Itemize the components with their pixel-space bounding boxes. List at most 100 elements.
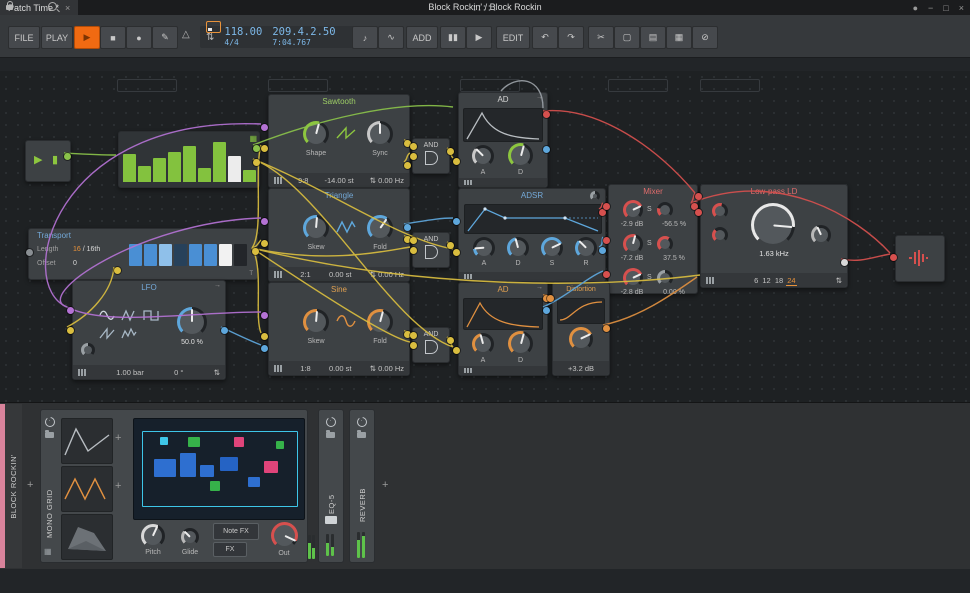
osc-thumb-2[interactable] — [61, 466, 113, 512]
lfo-random-icon[interactable] — [121, 327, 137, 340]
port[interactable] — [410, 143, 417, 150]
offset-value[interactable]: 0 — [73, 260, 77, 267]
delete-button[interactable]: ⊘ — [692, 26, 718, 49]
drive-value[interactable]: +3.2 dB — [568, 364, 594, 373]
transport-steps[interactable] — [129, 244, 247, 266]
attack-knob[interactable] — [472, 145, 494, 167]
gain-value[interactable]: -2.9 dB — [609, 221, 655, 228]
fine-tune[interactable]: ⇅ 0.00 Hz — [370, 364, 404, 373]
add-clip-icon[interactable]: ▶ — [466, 26, 492, 49]
pole-selector[interactable]: 6 12 18 24 — [753, 276, 796, 285]
module-audio-out[interactable] — [895, 235, 945, 282]
unison-icon[interactable] — [274, 365, 276, 372]
module-lfo[interactable]: LFO → 50.0 % 1.00 bar 0 ° ⇅ — [72, 280, 226, 380]
ratio-value[interactable]: 1:8 — [300, 364, 310, 373]
undo-button[interactable]: ↶ — [532, 26, 558, 49]
port[interactable] — [695, 209, 702, 216]
fine-tune[interactable]: ⇅ 0.00 Hz — [370, 270, 404, 279]
port[interactable] — [447, 148, 454, 155]
device-reverb[interactable]: REVERB — [349, 409, 375, 563]
length-number[interactable]: 16 — [73, 246, 81, 253]
tempo-value[interactable]: 118.00 — [224, 27, 262, 38]
attack-knob[interactable] — [473, 237, 495, 259]
port[interactable] — [453, 218, 460, 225]
adsr-display[interactable] — [464, 204, 602, 234]
mixer-gain-knob-3[interactable] — [623, 268, 643, 288]
module-ad-2[interactable]: AD → A D — [458, 282, 548, 376]
mixer-pan-knob-3[interactable] — [657, 270, 673, 286]
track-header[interactable]: BLOCK ROCKIN' — [5, 404, 22, 568]
cut-button[interactable]: ✂ — [588, 26, 614, 49]
trigger-play-icon[interactable]: ▶ — [34, 153, 42, 166]
adsr-depth-knob[interactable] — [590, 191, 600, 201]
gain-value[interactable]: -7.2 dB — [609, 255, 655, 262]
cutoff-mod-knob-2[interactable] — [712, 227, 728, 243]
device-power-icon[interactable] — [357, 417, 367, 427]
port[interactable] — [261, 312, 268, 319]
decay-knob[interactable] — [507, 237, 529, 259]
port[interactable] — [410, 247, 417, 254]
skew-knob[interactable] — [303, 309, 329, 335]
add-menu-button[interactable]: ADD — [406, 26, 438, 49]
port[interactable] — [261, 333, 268, 340]
port[interactable] — [453, 249, 460, 256]
copy-button[interactable]: ▢ — [614, 26, 640, 49]
port[interactable] — [261, 124, 268, 131]
redo-button[interactable]: ↷ — [558, 26, 584, 49]
port[interactable] — [261, 218, 268, 225]
unison-icon[interactable] — [274, 177, 276, 184]
solo-label[interactable]: S — [647, 240, 652, 247]
tempo-and-signature[interactable]: 118.00 4/4 — [224, 27, 262, 47]
module-pitches[interactable]: ▦ — [118, 131, 260, 188]
port[interactable] — [603, 237, 610, 244]
port[interactable] — [261, 345, 268, 352]
time-signature[interactable]: 4/4 — [224, 39, 262, 47]
automation-write-button[interactable]: ✎ — [152, 26, 178, 49]
device-eq5[interactable]: EQ-5 — [318, 409, 344, 563]
module-adsr[interactable]: ADSR A D S R — [458, 188, 606, 282]
pole-12[interactable]: 12 — [761, 276, 771, 285]
updown-icon[interactable]: ⇅ — [214, 368, 220, 377]
length-unit[interactable]: / 16th — [83, 246, 101, 253]
hz-value[interactable]: 0.00 Hz — [378, 270, 404, 279]
hz-value[interactable]: 0.00 Hz — [378, 176, 404, 185]
pan-value[interactable]: 37.5 % — [653, 255, 695, 262]
port[interactable] — [890, 254, 897, 261]
cutoff-value[interactable]: 1.63 kHz — [739, 249, 809, 258]
eq-curve-thumb[interactable] — [325, 516, 337, 524]
port[interactable] — [26, 249, 33, 256]
pan-value[interactable]: 0.00 % — [653, 289, 695, 296]
envelope-display[interactable] — [463, 298, 543, 330]
out-knob[interactable] — [271, 522, 298, 549]
duplicate-button[interactable]: ▦ — [666, 26, 692, 49]
module-distortion[interactable]: Distortion +3.2 dB — [552, 282, 610, 376]
song-position[interactable]: 209.4.2.50 — [272, 27, 335, 38]
attack-knob[interactable] — [472, 333, 494, 355]
add-device-before-icon[interactable]: + — [27, 479, 33, 491]
device-folder-icon[interactable] — [45, 432, 54, 438]
fold-knob[interactable] — [367, 215, 393, 241]
glide-knob[interactable] — [181, 528, 199, 546]
port[interactable] — [447, 242, 454, 249]
cutoff-mod-knob-1[interactable] — [712, 203, 728, 219]
sync-knob[interactable] — [367, 121, 393, 147]
port[interactable] — [543, 146, 550, 153]
device-power-icon[interactable] — [45, 417, 55, 427]
port[interactable] — [261, 240, 268, 247]
envelope-display[interactable] — [463, 108, 543, 142]
decay-knob[interactable] — [508, 143, 533, 168]
module-and-3[interactable]: AND — [412, 327, 450, 363]
osc-thumb-3[interactable] — [61, 514, 113, 560]
skew-knob[interactable] — [303, 215, 329, 241]
module-and-1[interactable]: AND — [412, 138, 450, 174]
drive-knob[interactable] — [569, 327, 593, 351]
play-button[interactable]: ▶ — [74, 26, 100, 49]
release-knob[interactable] — [575, 237, 597, 259]
lfo-amount-knob[interactable] — [177, 307, 207, 337]
module-sine[interactable]: Sine Skew Fold 1:8 0.00 st ⇅ 0.00 Hz — [268, 282, 410, 376]
port[interactable] — [841, 259, 848, 266]
port[interactable] — [252, 248, 259, 255]
port[interactable] — [453, 158, 460, 165]
add-device-icon[interactable]: + — [382, 479, 388, 491]
pitch-value[interactable]: -14.00 st — [325, 176, 354, 185]
